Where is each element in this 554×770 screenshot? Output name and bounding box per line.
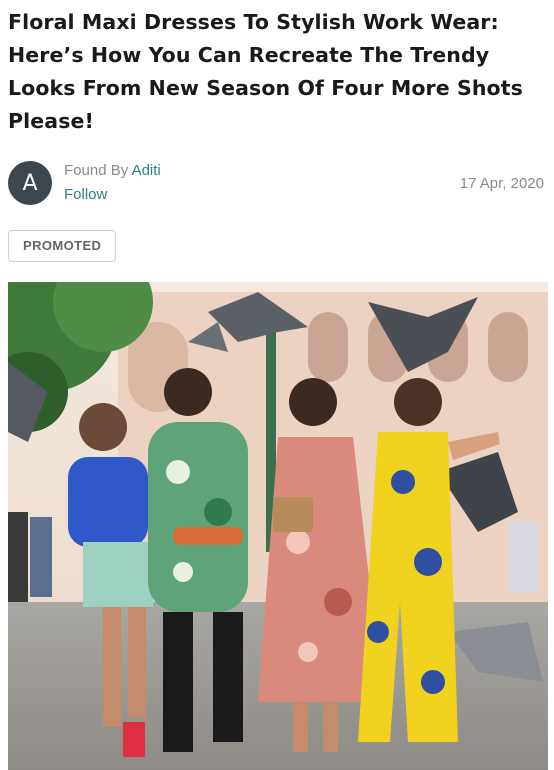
hero-image[interactable]: [8, 282, 548, 770]
article-header: Floral Maxi Dresses To Stylish Work Wear…: [0, 0, 554, 770]
follow-button[interactable]: Follow: [64, 183, 161, 207]
found-by-label: Found By: [64, 162, 129, 179]
hero-photo-illustration: [8, 282, 548, 770]
publish-date: 17 Apr, 2020: [459, 174, 544, 192]
promoted-badge: PROMOTED: [8, 230, 117, 262]
author-name-link[interactable]: Aditi: [132, 162, 161, 179]
author-avatar[interactable]: A: [8, 161, 52, 205]
article-title: Floral Maxi Dresses To Stylish Work Wear…: [8, 10, 523, 133]
found-by-line: Found By Aditi: [64, 159, 161, 183]
byline: A Found By Aditi Follow 17 Apr, 2020: [8, 159, 546, 207]
author-info: Found By Aditi Follow: [64, 159, 161, 207]
